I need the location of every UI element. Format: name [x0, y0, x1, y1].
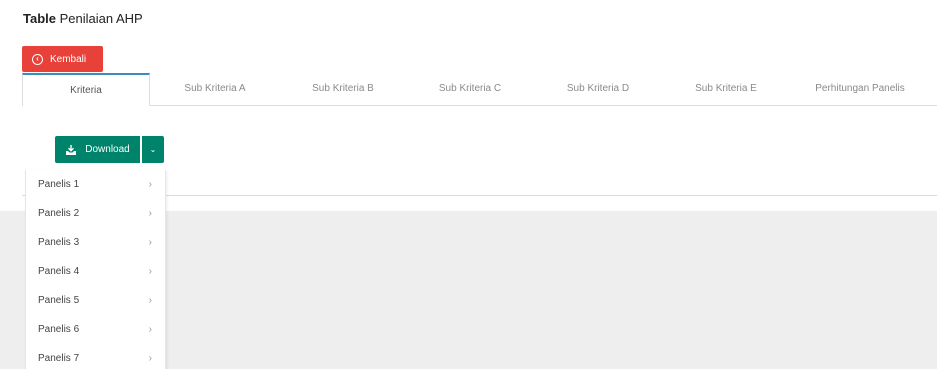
menu-item-label: Panelis 1 — [38, 179, 80, 190]
back-button-label: Kembali — [50, 53, 87, 65]
page-title-text: Penilaian AHP — [56, 11, 143, 26]
back-button[interactable]: ‹ Kembali — [22, 46, 103, 72]
page: Table Penilaian AHP ‹ Kembali Kriteria S… — [0, 0, 937, 369]
menu-item-panelis-4[interactable]: Panelis 4 › — [26, 257, 165, 286]
tab-sub-kriteria-c[interactable]: Sub Kriteria C — [406, 73, 534, 104]
page-title-bold: Table — [23, 11, 56, 26]
menu-item-label: Panelis 5 — [38, 295, 80, 306]
tab-bar: Kriteria Sub Kriteria A Sub Kriteria B S… — [22, 73, 937, 106]
tab-sub-kriteria-e[interactable]: Sub Kriteria E — [662, 73, 790, 104]
download-icon — [66, 144, 77, 155]
chevron-right-icon: › — [148, 179, 152, 190]
download-dropdown-toggle[interactable]: ⌄ — [142, 136, 164, 163]
menu-item-panelis-6[interactable]: Panelis 6 › — [26, 315, 165, 344]
tab-sub-kriteria-d[interactable]: Sub Kriteria D — [534, 73, 662, 104]
menu-item-panelis-3[interactable]: Panelis 3 › — [26, 228, 165, 257]
chevron-right-icon: › — [148, 237, 152, 248]
page-title: Table Penilaian AHP — [23, 11, 143, 26]
download-button-label: Download — [85, 144, 130, 155]
chevron-left-circle-icon: ‹ — [32, 53, 43, 65]
menu-item-label: Panelis 4 — [38, 266, 80, 277]
tab-kriteria[interactable]: Kriteria — [22, 73, 150, 106]
tab-sub-kriteria-a[interactable]: Sub Kriteria A — [150, 73, 280, 104]
chevron-right-icon: › — [148, 266, 152, 277]
chevron-right-icon: › — [148, 324, 152, 335]
tab-perhitungan-panelis[interactable]: Perhitungan Panelis — [790, 73, 930, 104]
menu-item-label: Panelis 2 — [38, 208, 80, 219]
chevron-right-icon: › — [148, 295, 152, 306]
menu-item-panelis-1[interactable]: Panelis 1 › — [26, 170, 165, 199]
menu-item-panelis-2[interactable]: Panelis 2 › — [26, 199, 165, 228]
chevron-right-icon: › — [148, 208, 152, 219]
download-dropdown-menu: Panelis 1 › Panelis 2 › Panelis 3 › Pane… — [25, 170, 166, 369]
menu-item-panelis-5[interactable]: Panelis 5 › — [26, 286, 165, 315]
menu-item-label: Panelis 7 — [38, 353, 80, 364]
tab-sub-kriteria-b[interactable]: Sub Kriteria B — [280, 73, 406, 104]
download-button[interactable]: Download — [55, 136, 140, 163]
menu-item-label: Panelis 6 — [38, 324, 80, 335]
chevron-down-icon: ⌄ — [149, 145, 157, 154]
download-button-group: Download ⌄ — [55, 136, 164, 163]
menu-item-label: Panelis 3 — [38, 237, 80, 248]
chevron-right-icon: › — [148, 353, 152, 364]
menu-item-panelis-7[interactable]: Panelis 7 › — [26, 344, 165, 369]
